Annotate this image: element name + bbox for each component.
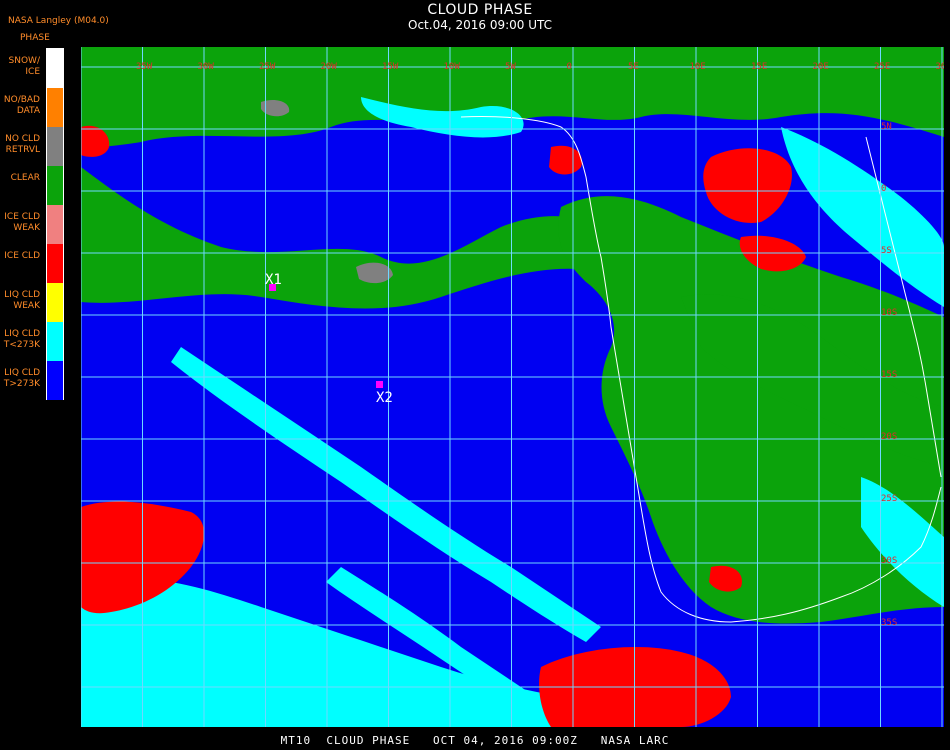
legend-label-4: ICE CLD WEAK xyxy=(4,212,40,233)
legend-swatch-2 xyxy=(47,127,63,166)
lat-label: 25S xyxy=(881,494,897,504)
lon-label: 15E xyxy=(751,62,767,72)
clear-region-west xyxy=(81,167,621,309)
legend-swatch-4 xyxy=(47,205,63,244)
map-title: CLOUD PHASE xyxy=(427,2,533,18)
cloud-phase-map[interactable]: 35W 30W 25W 20W 15W 10W 5W 0 5E 10E 15E 20E 25E 30E 35… xyxy=(81,47,944,727)
map-timestamp: Oct.04, 2016 09:00 UTC xyxy=(408,18,552,32)
lon-label: 25W xyxy=(259,62,276,72)
footer-caption: MT10 CLOUD PHASE OCT 04, 2016 09:00Z NAS… xyxy=(280,734,670,747)
lat-label: 0 xyxy=(881,184,886,194)
legend-label-6: LIQ CLD WEAK xyxy=(4,290,40,311)
legend-label-5: ICE CLD xyxy=(4,251,40,261)
ice-region-n xyxy=(549,145,582,175)
marker-label-x2: X2 xyxy=(376,390,393,406)
lat-label: 15S xyxy=(881,370,897,380)
lon-label: 25E xyxy=(874,62,890,72)
legend-title: PHASE xyxy=(20,33,50,43)
legend-swatch-3 xyxy=(47,166,63,205)
legend-swatch-1 xyxy=(47,88,63,127)
legend-colorbar xyxy=(46,48,64,400)
legend-label-7: LIQ CLD T<273K xyxy=(3,329,40,350)
legend-label-1: NO/BAD DATA xyxy=(3,95,40,116)
ice-region-ne xyxy=(703,148,792,223)
legend-label-2: NO CLD RETRVL xyxy=(5,134,40,155)
lon-label: 15W xyxy=(382,62,399,72)
legend-swatch-5 xyxy=(47,244,63,283)
lon-label: 20W xyxy=(321,62,338,72)
lat-label: 5N xyxy=(881,122,892,132)
lon-label: 10W xyxy=(444,62,461,72)
lon-label: 35W xyxy=(136,62,153,72)
marker-label-x1: X1 xyxy=(265,272,282,288)
legend-label-0: SNOW/ ICE xyxy=(8,56,40,77)
legend-label-3: CLEAR xyxy=(10,173,40,183)
lon-label: 5E xyxy=(628,62,639,72)
lat-label: 35S xyxy=(881,618,897,628)
lon-label: 5W xyxy=(505,62,516,72)
lon-label: 20E xyxy=(813,62,829,72)
lat-label: 10S xyxy=(881,308,897,318)
source-label: NASA Langley (M04.0) xyxy=(8,16,109,26)
legend-swatch-6 xyxy=(47,283,63,322)
map-canvas: 35W 30W 25W 20W 15W 10W 5W 0 5E 10E 15E 20E 25E 30E 35… xyxy=(81,47,944,727)
marker-x2 xyxy=(376,381,383,388)
legend-swatch-0 xyxy=(47,49,63,88)
lat-label: 5S xyxy=(881,246,892,256)
lon-label: 10E xyxy=(690,62,706,72)
lon-label: 30E xyxy=(936,62,945,72)
legend-swatch-8 xyxy=(47,361,63,400)
lat-label: 30S xyxy=(881,556,897,566)
lat-label: 20S xyxy=(881,432,897,442)
legend-swatch-7 xyxy=(47,322,63,361)
legend-label-8: LIQ CLD T>273K xyxy=(3,368,40,389)
lon-label: 30W xyxy=(198,62,215,72)
lon-label: 0 xyxy=(567,62,572,72)
